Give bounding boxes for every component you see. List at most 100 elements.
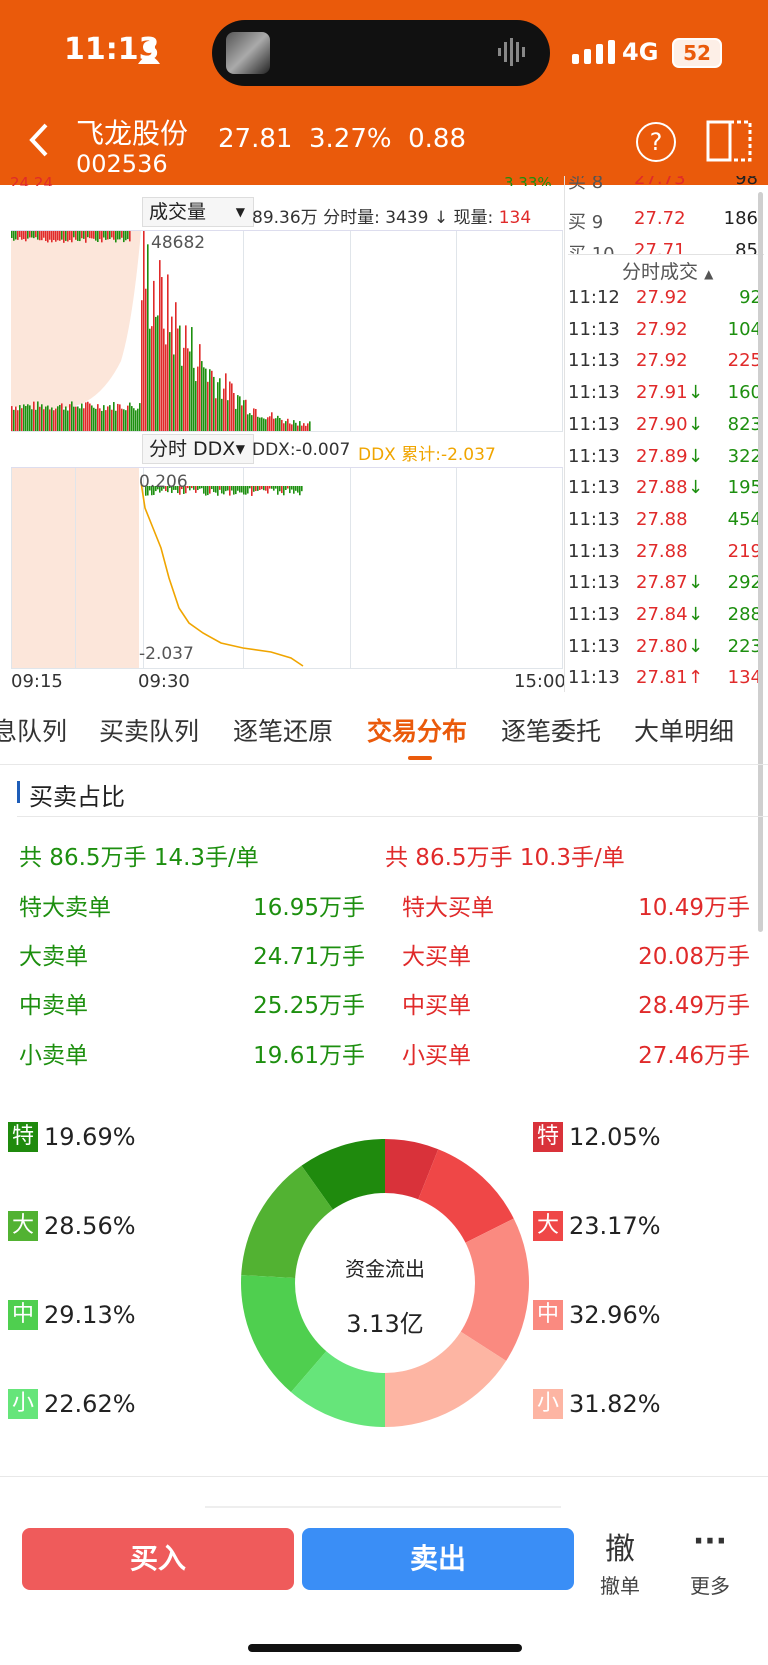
trade-time: 11:13 [568,508,620,530]
tab-tick-restore[interactable]: 逐笔还原 [233,712,333,748]
volume-bar [55,408,57,431]
buy-percent: 32.96% [569,1301,661,1329]
volume-bar [49,409,51,431]
sell-percent: 19.69% [44,1123,136,1151]
volume-selector[interactable]: 成交量 ▼ [142,197,254,227]
volume-bar [21,231,23,240]
trade-direction-icon: ↓ [688,445,704,467]
volume-bar [227,400,229,431]
volume-bar [65,231,67,241]
active-tab-indicator [408,756,432,760]
trades-title[interactable]: 分时成交 ▲ [622,257,713,284]
sell-badge: 小 [8,1389,38,1419]
buy-button[interactable]: 买入 [22,1528,294,1590]
trade-time: 11:13 [568,667,620,689]
ddx-bar [299,486,301,496]
ddx-bar [291,486,293,490]
volume-bar [27,231,29,239]
volume-bar [261,417,263,431]
volume-bar [123,231,125,243]
volume-bar [103,405,105,431]
volume-bar [61,403,63,431]
sell-value-l: 24.71万手 [253,944,365,970]
buy-badge: 小 [533,1389,563,1419]
volume-bar [21,408,23,431]
volume-bar [127,231,129,240]
buy-label-xl: 特大买单 [402,895,494,921]
trade-price: 27.92 [636,287,688,308]
person-icon [138,41,160,64]
volume-bar [163,328,165,431]
volume-bars [11,231,311,431]
volume-bar [101,410,103,431]
volume-bar [69,231,71,241]
ddx-bar [211,486,213,490]
tab-tick-orders[interactable]: 逐笔委托 [501,712,601,748]
ddx-bar [251,486,253,496]
ddx-bar [295,486,297,491]
volume-bar [39,406,41,431]
volume-bar [57,406,59,431]
sell-button[interactable]: 卖出 [302,1528,574,1590]
divider [0,764,768,765]
tab-large-orders[interactable]: 大单明细 [634,712,734,748]
volume-bar [99,408,101,431]
question-circle-icon[interactable]: ? [636,122,676,162]
volume-bar [301,425,303,431]
buy-value-l: 20.08万手 [638,944,750,970]
volume-bar [287,418,289,431]
ddx-bar [201,486,203,489]
volume-bar [215,398,217,431]
sell-percent: 22.62% [44,1390,136,1418]
volume-bar [103,231,105,238]
volume-bar [53,231,55,240]
volume-bar [283,423,285,431]
more-icon[interactable]: ··· [686,1524,734,1559]
scrollbar[interactable] [758,192,763,932]
trade-price: 27.88 [636,540,688,562]
trade-volume: 160 [727,382,762,404]
buy-label-l: 大买单 [402,944,471,970]
section-marker [17,781,20,803]
cancel-icon[interactable]: 撤 [596,1524,644,1568]
ddx-bar [231,486,233,491]
volume-bar [59,231,61,241]
ddx-bar [263,486,265,491]
volume-bar [303,423,305,431]
volume-bar [17,231,19,240]
volume-bar [131,406,133,431]
trade-volume: 223 [727,635,762,657]
volume-bar [233,392,235,431]
volume-bar [201,361,203,431]
trade-direction-icon: ↑ [688,667,704,689]
more-label[interactable]: 更多 [682,1570,738,1599]
volume-bar [189,351,191,431]
tab-buy-sell-queue[interactable]: 买卖队列 [99,712,199,748]
trade-time: 11:13 [568,382,620,404]
volume-bar [75,406,77,431]
volume-bar [25,231,27,242]
back-icon[interactable] [26,122,50,158]
volume-bar [249,413,251,431]
volume-bar [65,406,67,431]
sell-label-xl: 特大卖单 [19,895,111,921]
tab-trade-distribution[interactable]: 交易分布 [367,712,467,748]
split-view-icon[interactable] [706,120,752,162]
tab-info-queue[interactable]: 息队列 [0,712,67,748]
volume-bar [269,416,271,431]
ddx-bar [287,486,289,489]
donut-center-title: 资金流出 [345,1257,425,1281]
trade-row: 11:13 27.84 ↓ 288 [568,600,764,631]
volume-bar [187,348,189,431]
trade-price: 27.89 [636,445,688,467]
ddx-selector[interactable]: 分时 DDX ▼ [142,434,254,464]
volume-bar [51,407,53,431]
trade-price: 27.84 [636,604,688,625]
trade-price: 27.92 [636,318,688,340]
volume-bar [15,406,17,431]
ob-volume: 85 [735,240,758,254]
cancel-label[interactable]: 撤单 [592,1570,648,1599]
trade-price: 27.88 [636,477,688,499]
volume-bar [11,406,13,431]
buy-label-s: 小买单 [402,1043,471,1069]
